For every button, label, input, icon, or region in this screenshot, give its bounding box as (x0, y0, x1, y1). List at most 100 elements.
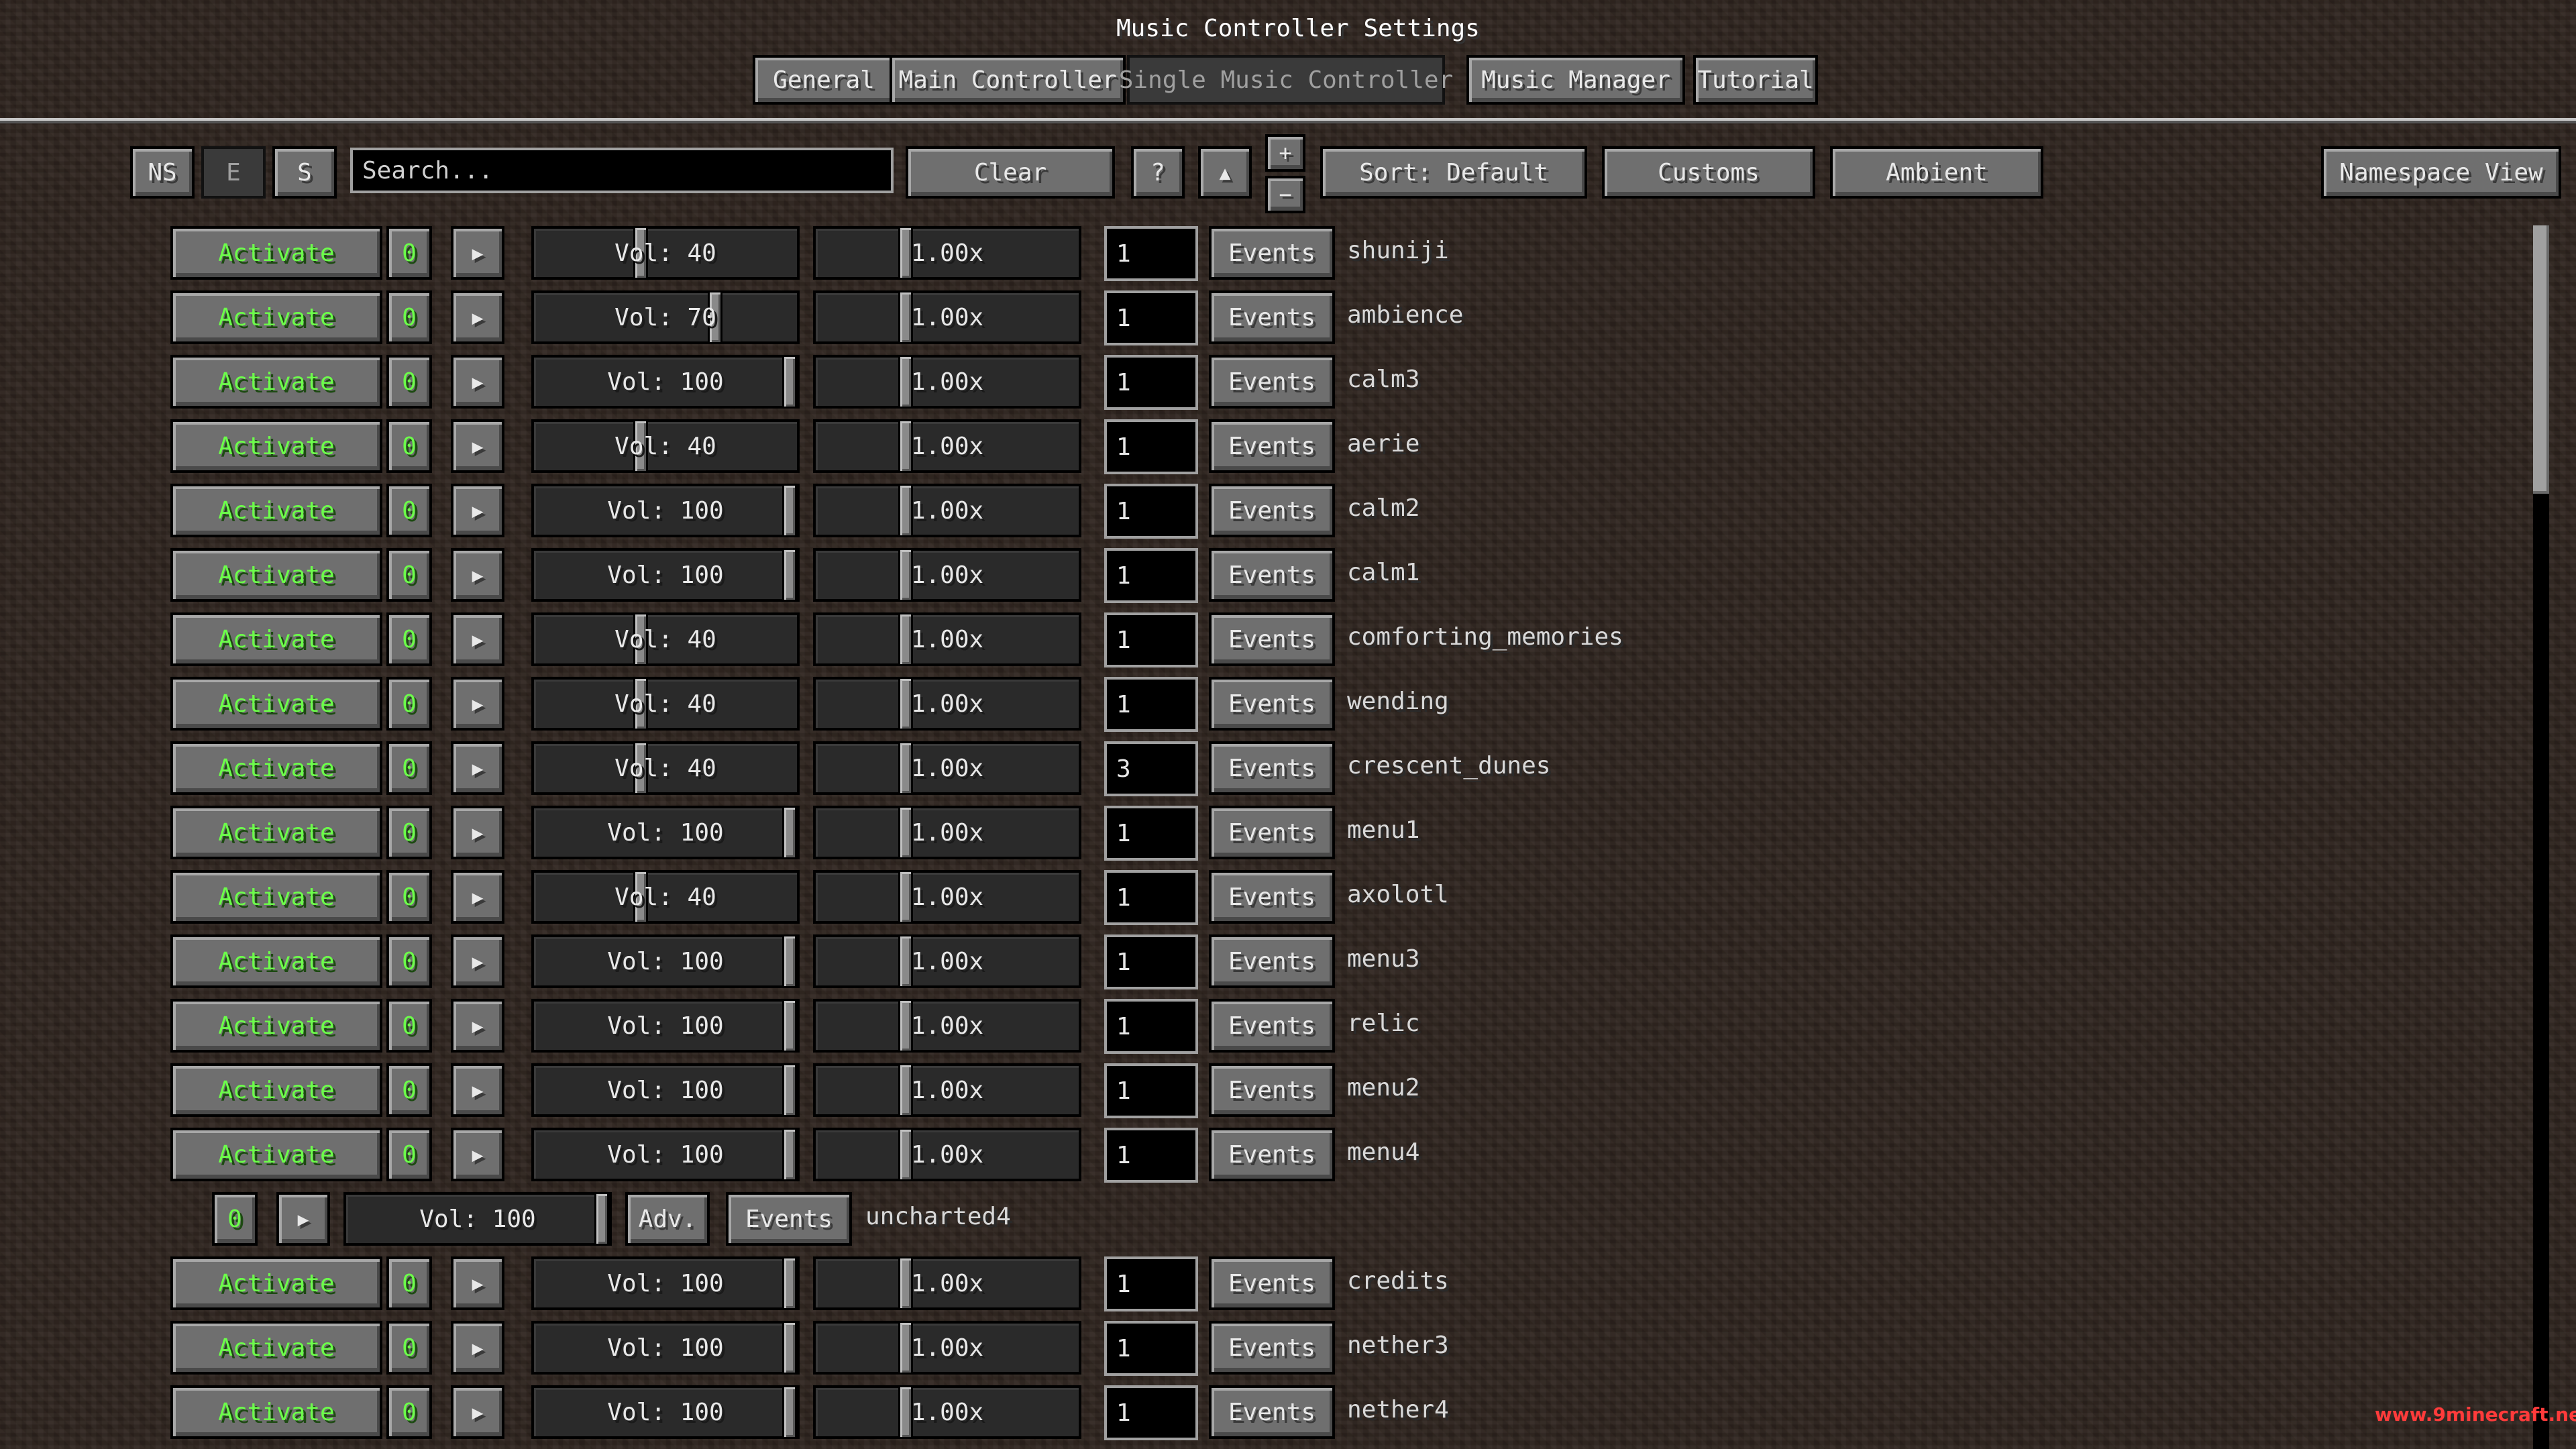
activate-button[interactable]: Activate (170, 1256, 382, 1310)
volume-slider-handle[interactable] (594, 1192, 609, 1246)
volume-slider-handle[interactable] (782, 934, 797, 988)
speed-slider[interactable]: 1.00x (813, 419, 1081, 473)
activate-button[interactable]: Activate (170, 1128, 382, 1181)
speed-slider[interactable]: 1.00x (813, 677, 1081, 731)
volume-slider[interactable]: Vol: 100 (531, 999, 800, 1053)
scrollbar-thumb[interactable] (2533, 225, 2549, 494)
loop-count-field[interactable]: 3 (1104, 741, 1198, 796)
play-button[interactable]: ▶ (451, 677, 504, 731)
volume-slider-handle[interactable] (782, 484, 797, 537)
namespace-filter-button[interactable]: NS (130, 146, 195, 199)
volume-slider-handle[interactable] (782, 1063, 797, 1117)
activate-button[interactable]: Activate (170, 484, 382, 537)
play-button[interactable]: ▶ (451, 741, 504, 795)
speed-slider[interactable]: 1.00x (813, 484, 1081, 537)
tab-main-controller[interactable]: Main Controller (890, 55, 1126, 105)
speed-slider[interactable]: 1.00x (813, 934, 1081, 988)
speed-slider[interactable]: 1.00x (813, 290, 1081, 344)
events-button[interactable]: Events (1209, 290, 1335, 344)
play-button[interactable]: ▶ (451, 806, 504, 859)
events-button[interactable]: Events (726, 1192, 852, 1246)
volume-slider-handle[interactable] (782, 1321, 797, 1375)
activate-button[interactable]: Activate (170, 677, 382, 731)
tab-general[interactable]: General (753, 55, 895, 105)
loop-count-field[interactable]: 1 (1104, 999, 1198, 1054)
help-button[interactable]: ? (1131, 146, 1185, 199)
events-button[interactable]: Events (1209, 548, 1335, 602)
events-button[interactable]: Events (1209, 1321, 1335, 1375)
loop-count-field[interactable]: 1 (1104, 419, 1198, 474)
loop-count-field[interactable]: 1 (1104, 934, 1198, 989)
loop-count-field[interactable]: 1 (1104, 612, 1198, 667)
events-button[interactable]: Events (1209, 1385, 1335, 1439)
clear-button[interactable]: Clear (906, 146, 1115, 199)
volume-slider-handle[interactable] (782, 806, 797, 859)
events-button[interactable]: Events (1209, 419, 1335, 473)
activate-button[interactable]: Activate (170, 355, 382, 409)
volume-slider[interactable]: Vol: 100 (343, 1192, 612, 1246)
events-button[interactable]: Events (1209, 741, 1335, 795)
speed-slider[interactable]: 1.00x (813, 1063, 1081, 1117)
volume-slider[interactable]: Vol: 40 (531, 741, 800, 795)
play-button[interactable]: ▶ (276, 1192, 330, 1246)
play-button[interactable]: ▶ (451, 870, 504, 924)
loop-count-field[interactable]: 1 (1104, 677, 1198, 732)
volume-slider-handle[interactable] (782, 999, 797, 1053)
play-button[interactable]: ▶ (451, 999, 504, 1053)
tab-tutorial[interactable]: Tutorial (1693, 55, 1818, 105)
e-filter-button[interactable]: E (201, 146, 266, 199)
play-button[interactable]: ▶ (451, 355, 504, 409)
volume-slider-handle[interactable] (782, 1128, 797, 1181)
volume-slider[interactable]: Vol: 100 (531, 548, 800, 602)
activate-button[interactable]: Activate (170, 226, 382, 280)
advanced-button[interactable]: Adv. (625, 1192, 710, 1246)
namespace-view-button[interactable]: Namespace View (2321, 146, 2561, 199)
events-button[interactable]: Events (1209, 677, 1335, 731)
play-button[interactable]: ▶ (451, 290, 504, 344)
volume-slider-handle[interactable] (782, 1256, 797, 1310)
play-button[interactable]: ▶ (451, 484, 504, 537)
speed-slider[interactable]: 1.00x (813, 226, 1081, 280)
volume-slider[interactable]: Vol: 100 (531, 1321, 800, 1375)
volume-slider[interactable]: Vol: 100 (531, 934, 800, 988)
events-button[interactable]: Events (1209, 612, 1335, 666)
play-button[interactable]: ▶ (451, 612, 504, 666)
loop-count-field[interactable]: 1 (1104, 1321, 1198, 1376)
volume-slider[interactable]: Vol: 100 (531, 1256, 800, 1310)
speed-slider[interactable]: 1.00x (813, 612, 1081, 666)
loop-count-field[interactable]: 1 (1104, 226, 1198, 281)
play-button[interactable]: ▶ (451, 419, 504, 473)
s-filter-button[interactable]: S (272, 146, 337, 199)
volume-slider[interactable]: Vol: 100 (531, 355, 800, 409)
play-button[interactable]: ▶ (451, 1128, 504, 1181)
activate-button[interactable]: Activate (170, 806, 382, 859)
scroll-top-button[interactable]: ▲ (1198, 146, 1252, 199)
activate-button[interactable]: Activate (170, 1385, 382, 1439)
tab-single-music-controller[interactable]: Single Music Controller (1119, 55, 1453, 105)
activate-button[interactable]: Activate (170, 612, 382, 666)
speed-slider[interactable]: 1.00x (813, 1385, 1081, 1439)
volume-slider[interactable]: Vol: 100 (531, 484, 800, 537)
loop-count-field[interactable]: 1 (1104, 484, 1198, 539)
volume-slider[interactable]: Vol: 100 (531, 806, 800, 859)
play-button[interactable]: ▶ (451, 1256, 504, 1310)
events-button[interactable]: Events (1209, 226, 1335, 280)
speed-slider[interactable]: 1.00x (813, 806, 1081, 859)
volume-slider[interactable]: Vol: 40 (531, 226, 800, 280)
loop-count-field[interactable]: 1 (1104, 548, 1198, 603)
volume-slider[interactable]: Vol: 40 (531, 612, 800, 666)
speed-slider[interactable]: 1.00x (813, 999, 1081, 1053)
speed-slider[interactable]: 1.00x (813, 741, 1081, 795)
loop-count-field[interactable]: 1 (1104, 1256, 1198, 1311)
volume-slider[interactable]: Vol: 100 (531, 1063, 800, 1117)
loop-count-field[interactable]: 1 (1104, 1385, 1198, 1440)
customs-button[interactable]: Customs (1602, 146, 1815, 199)
activate-button[interactable]: Activate (170, 870, 382, 924)
speed-slider[interactable]: 1.00x (813, 870, 1081, 924)
play-button[interactable]: ▶ (451, 1385, 504, 1439)
events-button[interactable]: Events (1209, 355, 1335, 409)
activate-button[interactable]: Activate (170, 290, 382, 344)
events-button[interactable]: Events (1209, 484, 1335, 537)
activate-button[interactable]: Activate (170, 1321, 382, 1375)
ambient-button[interactable]: Ambient (1830, 146, 2043, 199)
